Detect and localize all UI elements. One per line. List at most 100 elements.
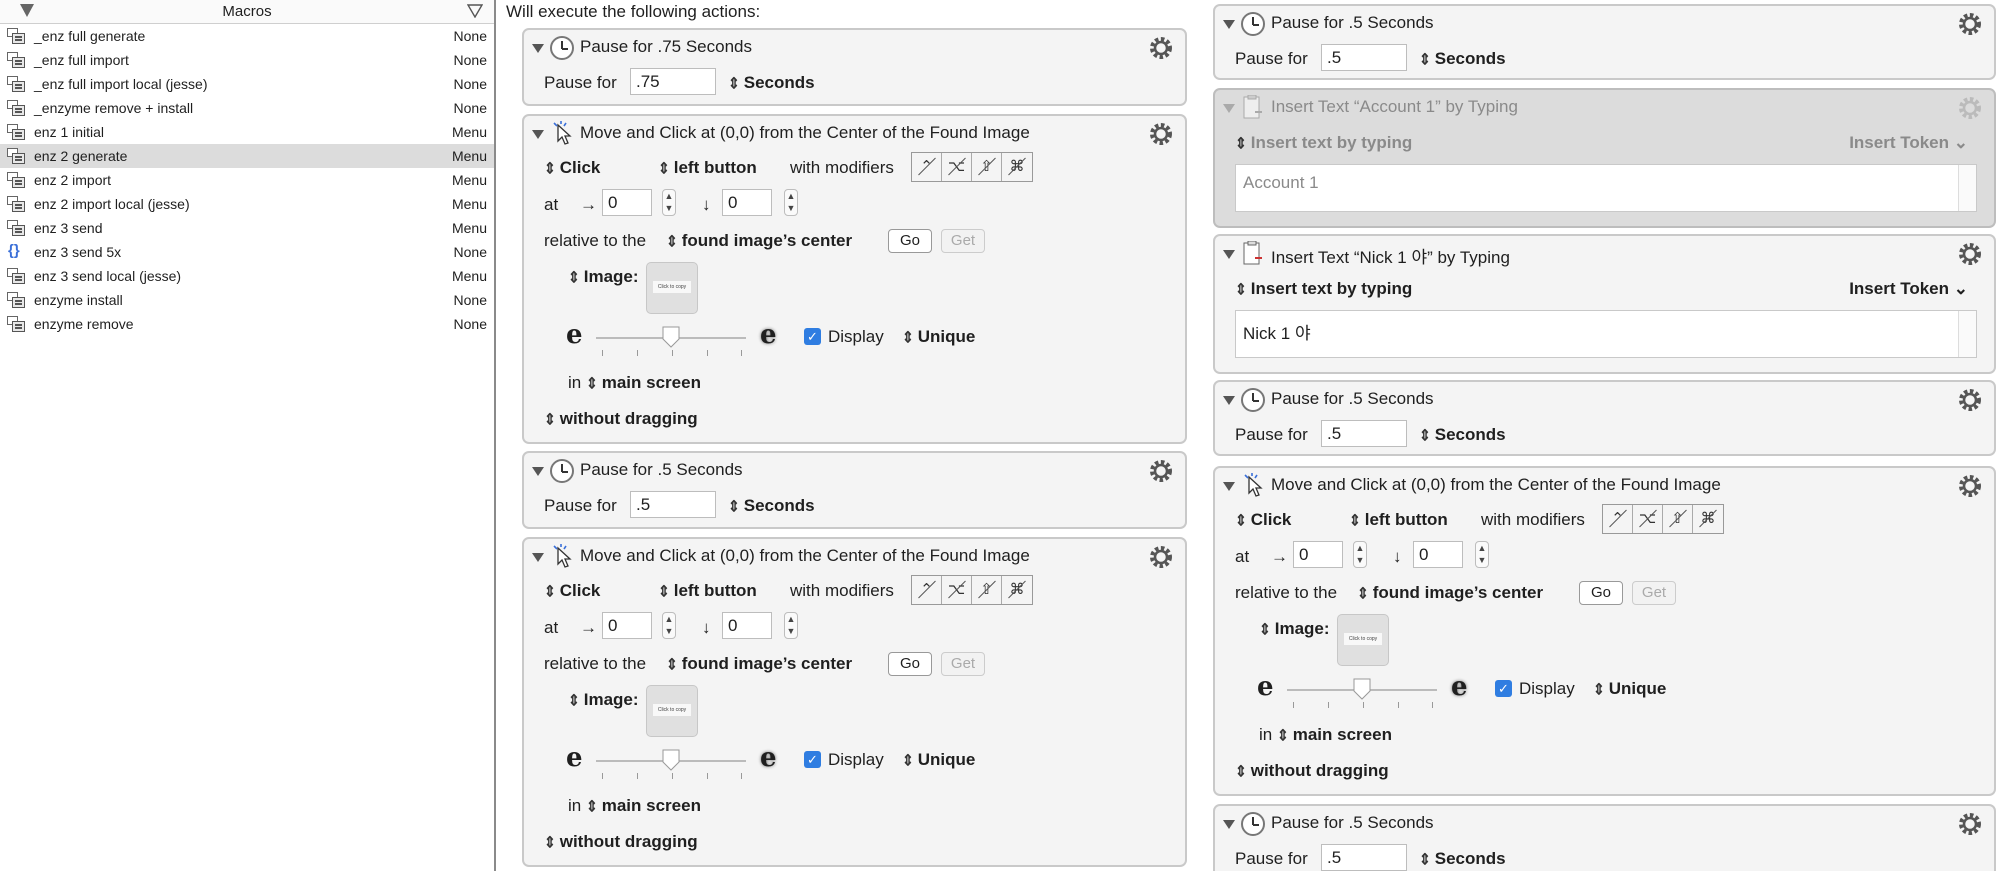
control-key-icon[interactable]: ⌃ xyxy=(1603,505,1633,533)
gear-icon[interactable] xyxy=(1147,457,1175,485)
control-key-icon[interactable]: ⌃ xyxy=(912,576,942,604)
disclosure-triangle-icon[interactable] xyxy=(1223,250,1235,259)
macro-list-item[interactable]: enz 2 import local (jesse) Menu xyxy=(0,192,494,216)
fuzziness-slider-knob[interactable] xyxy=(662,749,680,771)
disclosure-triangle-icon[interactable] xyxy=(532,553,544,562)
macro-list-item[interactable]: _enzyme remove + install None xyxy=(0,96,494,120)
x-offset-input[interactable]: 0 xyxy=(602,189,652,216)
insert-method-popup[interactable]: ⇕ Insert text by typing xyxy=(1235,133,1412,153)
drag-popup[interactable]: ⇕ without dragging xyxy=(544,832,698,852)
option-key-icon[interactable]: ⌥ xyxy=(942,153,972,181)
disclosure-triangle-icon[interactable] xyxy=(532,44,544,53)
modifier-keys[interactable]: ⌃ ⌥ ⇧ ⌘ xyxy=(1602,504,1724,534)
found-image-well[interactable]: Click to copy xyxy=(1337,614,1389,666)
pause-action[interactable]: Pause for .5 Seconds Pause for .5 ⇕ Secon… xyxy=(522,451,1187,529)
image-source-popup[interactable]: ⇕ Image: xyxy=(568,690,639,710)
fuzziness-slider-knob[interactable] xyxy=(662,326,680,348)
move-click-action[interactable]: Move and Click at (0,0) from the Center … xyxy=(1213,466,1996,796)
macro-list-item[interactable]: _enz full import local (jesse) None xyxy=(0,72,494,96)
macro-list-item[interactable]: enz 1 initial Menu xyxy=(0,120,494,144)
units-popup[interactable]: ⇕ Seconds xyxy=(1419,49,1506,69)
macro-list-item[interactable]: enzyme remove None xyxy=(0,312,494,336)
x-offset-input[interactable]: 0 xyxy=(602,612,652,639)
disclosure-triangle-icon[interactable] xyxy=(1223,820,1235,829)
relative-to-popup[interactable]: ⇕ found image’s center xyxy=(666,231,852,251)
shift-key-icon[interactable]: ⇧ xyxy=(972,153,1002,181)
units-popup[interactable]: ⇕ Seconds xyxy=(728,73,815,93)
disclosure-triangle-icon[interactable] xyxy=(532,467,544,476)
get-button[interactable]: Get xyxy=(1632,581,1676,605)
insert-token-menu[interactable]: Insert Token ⌄ xyxy=(1849,133,1968,153)
command-key-icon[interactable]: ⌘ xyxy=(1693,505,1723,533)
gear-icon[interactable] xyxy=(1147,543,1175,571)
y-offset-stepper[interactable]: ▲ ▼ xyxy=(784,189,798,216)
pause-action[interactable]: Pause for .5 Seconds Pause for .5 ⇕ Secon… xyxy=(1213,4,1996,80)
macro-list-item[interactable]: enz 3 send Menu xyxy=(0,216,494,240)
click-type-popup[interactable]: ⇕ Click xyxy=(544,581,600,601)
match-mode-popup[interactable]: ⇕ Unique xyxy=(902,327,975,347)
macro-list-item[interactable]: _enz full import None xyxy=(0,48,494,72)
macro-list-item[interactable]: enz 2 import Menu xyxy=(0,168,494,192)
go-button[interactable]: Go xyxy=(888,652,932,676)
gear-icon[interactable] xyxy=(1956,94,1984,122)
relative-to-popup[interactable]: ⇕ found image’s center xyxy=(1357,583,1543,603)
command-key-icon[interactable]: ⌘ xyxy=(1002,576,1032,604)
pause-action[interactable]: Pause for .75 Seconds Pause for .75 ⇕ Sec… xyxy=(522,28,1187,106)
go-button[interactable]: Go xyxy=(888,229,932,253)
macro-list-item[interactable]: enzyme install None xyxy=(0,288,494,312)
pause-action[interactable]: Pause for .5 Seconds Pause for .5 ⇕ Secon… xyxy=(1213,380,1996,456)
move-click-action[interactable]: Move and Click at (0,0) from the Center … xyxy=(522,537,1187,867)
text-to-insert-field[interactable]: Account 1 xyxy=(1235,164,1977,212)
x-offset-stepper[interactable]: ▲ ▼ xyxy=(1353,541,1367,568)
gear-icon[interactable] xyxy=(1956,810,1984,838)
shift-key-icon[interactable]: ⇧ xyxy=(972,576,1002,604)
scrollbar[interactable] xyxy=(1958,311,1976,357)
text-to-insert-field[interactable]: Nick 1 야 xyxy=(1235,310,1977,358)
x-offset-stepper[interactable]: ▲ ▼ xyxy=(662,612,676,639)
units-popup[interactable]: ⇕ Seconds xyxy=(1419,425,1506,445)
y-offset-stepper[interactable]: ▲ ▼ xyxy=(1475,541,1489,568)
relative-to-popup[interactable]: ⇕ found image’s center xyxy=(666,654,852,674)
pause-seconds-input[interactable]: .5 xyxy=(1321,44,1407,71)
get-button[interactable]: Get xyxy=(941,652,985,676)
pause-action[interactable]: Pause for .5 Seconds Pause for .5 ⇕ Secon… xyxy=(1213,804,1996,871)
insert-text-action[interactable]: Insert Text “Nick 1 야” by Typing ⇕ Insert… xyxy=(1213,234,1996,374)
image-source-popup[interactable]: ⇕ Image: xyxy=(1259,619,1330,639)
pause-seconds-input[interactable]: .5 xyxy=(1321,420,1407,447)
found-image-well[interactable]: Click to copy xyxy=(646,685,698,737)
display-checkbox[interactable]: ✓ xyxy=(1495,680,1512,697)
gear-icon[interactable] xyxy=(1956,472,1984,500)
drag-popup[interactable]: ⇕ without dragging xyxy=(1235,761,1389,781)
units-popup[interactable]: ⇕ Seconds xyxy=(1419,849,1506,869)
scrollbar[interactable] xyxy=(1958,165,1976,211)
get-button[interactable]: Get xyxy=(941,229,985,253)
click-type-popup[interactable]: ⇕ Click xyxy=(544,158,600,178)
gear-icon[interactable] xyxy=(1956,10,1984,38)
click-type-popup[interactable]: ⇕ Click xyxy=(1235,510,1291,530)
display-checkbox[interactable]: ✓ xyxy=(804,751,821,768)
macro-list-item[interactable]: _enz full generate None xyxy=(0,24,494,48)
x-offset-stepper[interactable]: ▲ ▼ xyxy=(662,189,676,216)
insert-method-popup[interactable]: ⇕ Insert text by typing xyxy=(1235,279,1412,299)
screen-popup[interactable]: ⇕ main screen xyxy=(1277,725,1392,745)
insert-token-menu[interactable]: Insert Token ⌄ xyxy=(1849,279,1968,299)
y-offset-input[interactable]: 0 xyxy=(722,189,772,216)
modifier-keys[interactable]: ⌃ ⌥ ⇧ ⌘ xyxy=(911,575,1033,605)
option-key-icon[interactable]: ⌥ xyxy=(1633,505,1663,533)
macro-list-item[interactable]: {} enz 3 send 5x None xyxy=(0,240,494,264)
mouse-button-popup[interactable]: ⇕ left button xyxy=(658,158,757,178)
display-checkbox[interactable]: ✓ xyxy=(804,328,821,345)
match-mode-popup[interactable]: ⇕ Unique xyxy=(902,750,975,770)
disclosure-triangle-icon[interactable] xyxy=(1223,396,1235,405)
gear-icon[interactable] xyxy=(1956,240,1984,268)
shift-key-icon[interactable]: ⇧ xyxy=(1663,505,1693,533)
option-key-icon[interactable]: ⌥ xyxy=(942,576,972,604)
macro-list-item[interactable]: enz 3 send local (jesse) Menu xyxy=(0,264,494,288)
disclosure-triangle-icon[interactable] xyxy=(1223,104,1235,113)
y-offset-stepper[interactable]: ▲ ▼ xyxy=(784,612,798,639)
y-offset-input[interactable]: 0 xyxy=(722,612,772,639)
disclosure-triangle-icon[interactable] xyxy=(1223,20,1235,29)
fuzziness-slider-knob[interactable] xyxy=(1353,678,1371,700)
control-key-icon[interactable]: ⌃ xyxy=(912,153,942,181)
drag-popup[interactable]: ⇕ without dragging xyxy=(544,409,698,429)
